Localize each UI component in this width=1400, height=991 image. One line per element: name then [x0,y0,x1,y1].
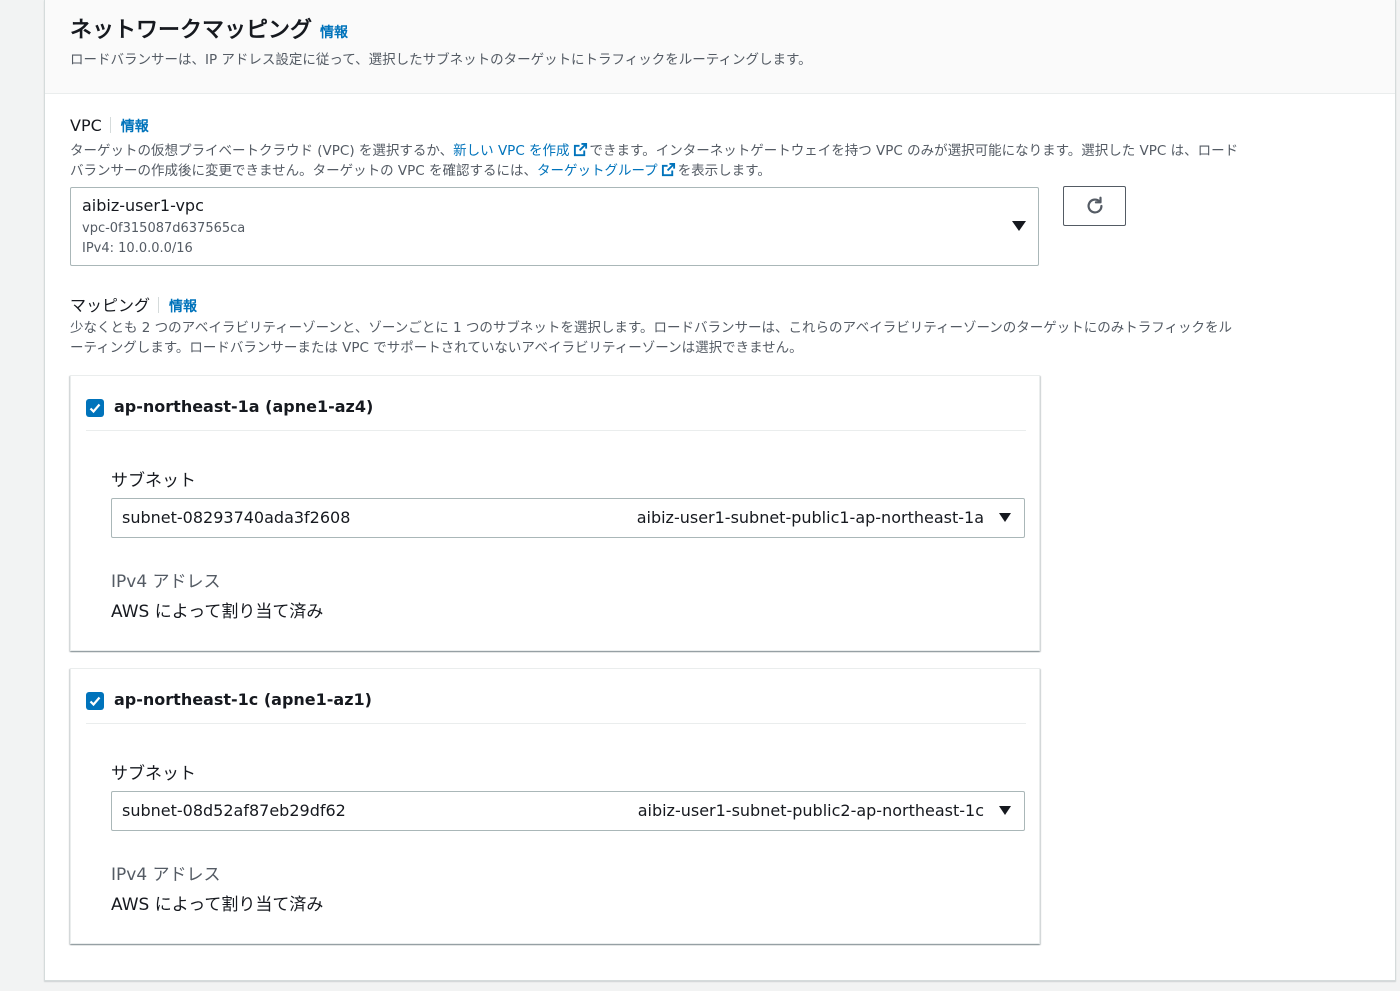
vpc-desc-text-4: を表示します。 [677,163,771,179]
vpc-label-text: VPC [70,116,102,135]
subnet-select-ap-northeast-1c[interactable]: subnet-08d52af87eb29df62 aibiz-user1-sub… [111,791,1025,831]
check-icon [89,403,101,414]
network-mapping-panel: ネットワークマッピング 情報 ロードバランサーは、IP アドレス設定に従って、選択… [44,0,1396,981]
az-divider [86,723,1026,724]
vpc-info-link[interactable]: 情報 [121,119,149,135]
mapping-desc-text-1: 少なくとも 2 つのアベイラビリティーゾーンと、ゾーンごとに 1 つのサブネット… [70,320,1232,336]
subnet-id: subnet-08293740ada3f2608 [122,508,351,527]
mapping-desc-text-2: ーティングします。ロードバランサーまたは VPC でサポートされていないアベイラ… [70,340,803,356]
vpc-selected-cidr: IPv4: 10.0.0.0/16 [82,241,193,256]
vpc-selected-name: aibiz-user1-vpc [82,196,204,215]
az-checkbox-ap-northeast-1a[interactable] [86,399,104,417]
vpc-desc-text-3: バランサーの作成後に変更できません。ターゲットの VPC を確認するには、 [70,163,537,179]
subnet-id: subnet-08d52af87eb29df62 [122,801,346,820]
az-name: ap-northeast-1c (apne1-az1) [114,690,372,709]
ipv4-label: IPv4 アドレス [111,572,221,592]
caret-down-icon [999,513,1011,522]
vpc-select[interactable]: aibiz-user1-vpc vpc-0f315087d637565ca IP… [70,187,1039,266]
refresh-button[interactable] [1063,186,1126,226]
vpc-label: VPC 情報 [70,116,149,136]
page-title-text: ネットワークマッピング [70,18,313,43]
subnet-name: aibiz-user1-subnet-public2-ap-northeast-… [637,801,984,820]
ipv4-label: IPv4 アドレス [111,865,221,885]
label-separator [158,297,160,313]
mapping-description: 少なくとも 2 つのアベイラビリティーゾーンと、ゾーンごとに 1 つのサブネット… [70,318,1370,358]
az-divider [86,430,1026,431]
caret-down-icon [1012,221,1026,231]
label-separator [109,117,111,133]
refresh-icon [1087,196,1103,214]
ipv4-value: AWS によって割り当て済み [111,895,324,915]
az-card-ap-northeast-1c: ap-northeast-1c (apne1-az1) サブネット subnet… [70,668,1040,944]
new-vpc-link-text: 新しい VPC を作成 [453,143,570,159]
subnet-label: サブネット [111,471,196,491]
az-name: ap-northeast-1a (apne1-az4) [114,397,374,416]
header-description: ロードバランサーは、IP アドレス設定に従って、選択したサブネットのターゲットに… [70,52,812,68]
subnet-select-ap-northeast-1a[interactable]: subnet-08293740ada3f2608 aibiz-user1-sub… [111,498,1025,538]
header-info-link[interactable]: 情報 [320,25,348,41]
subnet-label: サブネット [111,764,196,784]
mapping-label: マッピング 情報 [70,292,197,316]
check-icon [89,696,101,707]
external-link-icon [573,142,587,157]
az-checkbox-ap-northeast-1c[interactable] [86,692,104,710]
new-vpc-link[interactable]: 新しい VPC を作成 [453,142,589,159]
az-card-ap-northeast-1a: ap-northeast-1a (apne1-az4) サブネット subnet… [70,375,1040,651]
vpc-desc-text-2: できます。インターネットゲートウェイを持つ VPC のみが選択可能になります。選… [589,143,1239,159]
caret-down-icon [999,806,1011,815]
external-link-icon [661,162,675,177]
page-title: ネットワークマッピング 情報 [70,12,348,44]
mapping-label-text: マッピング [70,296,151,315]
mapping-info-link[interactable]: 情報 [169,299,197,315]
ipv4-value: AWS によって割り当て済み [111,602,324,622]
target-group-link-text: ターゲットグループ [536,163,658,179]
vpc-desc-text-1: ターゲットの仮想プライベートクラウド (VPC) を選択するか、 [70,143,454,159]
panel-header: ネットワークマッピング 情報 ロードバランサーは、IP アドレス設定に従って、選択… [45,0,1395,94]
vpc-selected-id: vpc-0f315087d637565ca [82,221,246,236]
target-group-link[interactable]: ターゲットグループ [536,162,678,179]
subnet-name: aibiz-user1-subnet-public1-ap-northeast-… [636,508,984,527]
vpc-description: ターゲットの仮想プライベートクラウド (VPC) を選択するか、新しい VPC … [70,141,1370,181]
